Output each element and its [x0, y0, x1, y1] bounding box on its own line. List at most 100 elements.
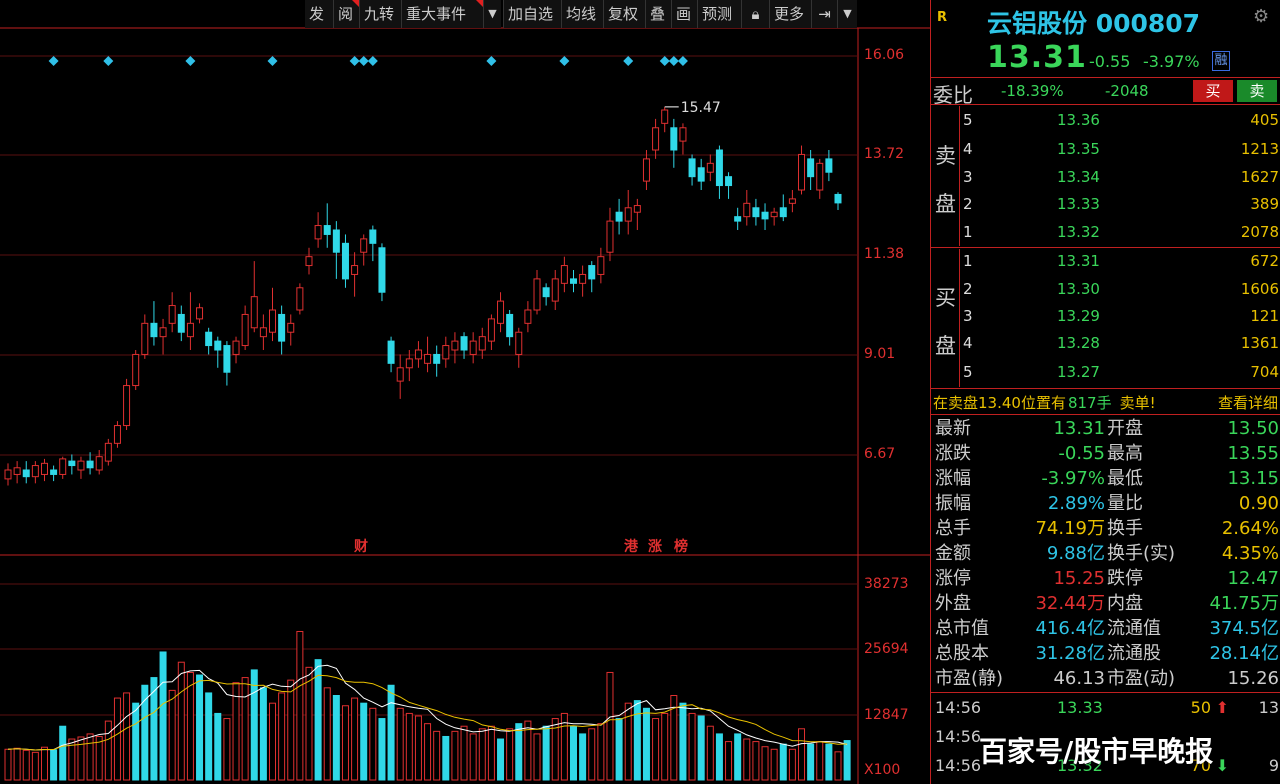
stat-value: 13.15: [1227, 468, 1279, 489]
volume-bar: [569, 725, 577, 781]
volume-bar: [761, 746, 769, 781]
ask-row-5[interactable]: 5 13.36 405: [931, 107, 1280, 133]
bid-row-3[interactable]: 3 13.29 121: [931, 303, 1280, 329]
toolbar-item-draw[interactable]: 画: [671, 0, 697, 28]
candle-body: [597, 256, 605, 275]
candle-body: [633, 205, 641, 213]
candle-body: [560, 265, 568, 284]
candle-body: [770, 211, 778, 218]
bid-row-1[interactable]: 1 13.31 672: [931, 248, 1280, 274]
expand-icon[interactable]: ⇥: [811, 0, 837, 28]
toolbar-item-ma[interactable]: 均线: [561, 0, 603, 28]
volume-bar: [843, 740, 851, 781]
toolbar-item-fuquan[interactable]: 复权: [603, 0, 645, 28]
candle-body: [506, 313, 514, 338]
event-marker-finance[interactable]: 财: [354, 536, 368, 556]
volume-bar: [414, 715, 422, 781]
stat-value: -0.55: [1058, 443, 1105, 464]
candle-body: [186, 322, 194, 338]
toolbar-item-yue[interactable]: 阅: [333, 0, 359, 28]
candle-body: [433, 353, 441, 364]
event-marker-rank[interactable]: 榜: [674, 536, 688, 556]
bid-level: 2: [963, 280, 973, 298]
stat-label: 最高: [1107, 443, 1143, 464]
toolbar-item-predict[interactable]: 预测: [697, 0, 741, 28]
notice-detail-link[interactable]: 查看详细: [1218, 392, 1278, 413]
toolbar-item-fa[interactable]: 发: [305, 0, 333, 28]
stat-label: 总市值: [935, 618, 989, 639]
candle-body: [332, 229, 340, 253]
toolbar-item-more[interactable]: 更多: [769, 0, 811, 28]
lock-icon[interactable]: 🔒︎: [741, 0, 769, 28]
sell-button[interactable]: 卖: [1237, 80, 1277, 102]
stat-label: 外盘: [935, 593, 971, 614]
toolbar-item-add-watch[interactable]: 加自选: [503, 0, 561, 28]
stat-label: 总股本: [935, 643, 989, 664]
candle-body: [205, 331, 213, 347]
candle-body: [588, 265, 596, 280]
stats-row: 外盘 32.44万 内盘 41.75万: [931, 591, 1280, 616]
bid-qty: 121: [1250, 307, 1279, 325]
candle-body: [223, 345, 231, 373]
ask-row-1[interactable]: 1 13.32 2078: [931, 219, 1280, 245]
bid-row-5[interactable]: 5 13.27 704: [931, 359, 1280, 385]
volume-bar: [652, 718, 660, 781]
tick-row: 14:56 13.33 50 13 ⬆: [931, 694, 1280, 722]
quote-panel: R 云铝股份 000807 ⚙ 13.31 -0.55 -3.97% 融 委比 …: [930, 0, 1280, 784]
ask-qty: 405: [1250, 111, 1279, 129]
volume-bar: [205, 692, 213, 781]
event-marker-rise[interactable]: 涨: [648, 536, 662, 556]
stat-value: -3.97%: [1041, 468, 1105, 489]
event-marker-hk[interactable]: 港: [624, 536, 638, 556]
bid-price: 13.30: [1057, 280, 1100, 298]
candle-body: [123, 385, 131, 427]
volume-bar: [770, 748, 778, 781]
candle-body: [196, 307, 204, 320]
ask-row-2[interactable]: 2 13.33 389: [931, 191, 1280, 217]
bid-row-4[interactable]: 4 13.28 1361: [931, 330, 1280, 356]
ask-qty: 1627: [1240, 168, 1279, 186]
ask-row-3[interactable]: 3 13.34 1627: [931, 164, 1280, 190]
last-price: 13.31: [987, 40, 1087, 75]
kline-chart-area[interactable]: 15.47 发 阅 九转 重大事件 ▼ 加自选 均线 复权 叠 画 预测 🔒︎ …: [0, 0, 930, 784]
stat-value: 12.47: [1227, 568, 1279, 589]
candle-body: [761, 211, 769, 220]
tick-n: 9: [1268, 756, 1279, 775]
ask-level: 5: [963, 111, 973, 129]
buy-button[interactable]: 买: [1193, 80, 1233, 102]
candle-body: [168, 305, 176, 324]
stats-row: 总手 74.19万 换手 2.64%: [931, 516, 1280, 541]
candle-body: [524, 309, 532, 324]
tick-price: 13.33: [1057, 698, 1103, 717]
candle-body: [442, 345, 450, 360]
ask-row-4[interactable]: 4 13.35 1213: [931, 136, 1280, 162]
stat-label: 最新: [935, 418, 971, 439]
candle-body: [715, 149, 723, 187]
volume-bar: [497, 738, 505, 781]
volume-bar: [31, 751, 39, 781]
toolbar-item-events[interactable]: 重大事件: [401, 0, 483, 28]
toolbar-item-overlay[interactable]: 叠: [645, 0, 671, 28]
candle-body: [542, 287, 550, 298]
candle-body: [250, 296, 258, 329]
stat-value: 41.75万: [1209, 593, 1279, 614]
bid-row-2[interactable]: 2 13.30 1606: [931, 276, 1280, 302]
candle-body: [652, 127, 660, 151]
volume-bar: [296, 630, 304, 781]
volume-bar: [4, 748, 12, 781]
volume-bar: [50, 749, 58, 781]
gear-icon[interactable]: ⚙: [1253, 6, 1269, 27]
bid-level: 4: [963, 334, 973, 352]
candle-body: [424, 353, 432, 364]
stats-row: 总市值 416.4亿 流通值 374.5亿: [931, 616, 1280, 641]
volume-bar: [232, 682, 240, 781]
kline-chart-svg[interactable]: 15.47: [0, 0, 930, 784]
chevron-down-icon[interactable]: ▼: [483, 0, 501, 28]
notice-bar[interactable]: 在卖盘13.40位置有 817手 卖单!: [933, 392, 1156, 413]
stat-value: 2.89%: [1047, 493, 1105, 514]
chevron-down-icon[interactable]: ▼: [837, 0, 857, 28]
ask-qty: 2078: [1240, 223, 1279, 241]
toolbar-item-jiuzhuan[interactable]: 九转: [359, 0, 401, 28]
candle-body: [460, 336, 468, 351]
signal-diamond: [358, 56, 369, 66]
